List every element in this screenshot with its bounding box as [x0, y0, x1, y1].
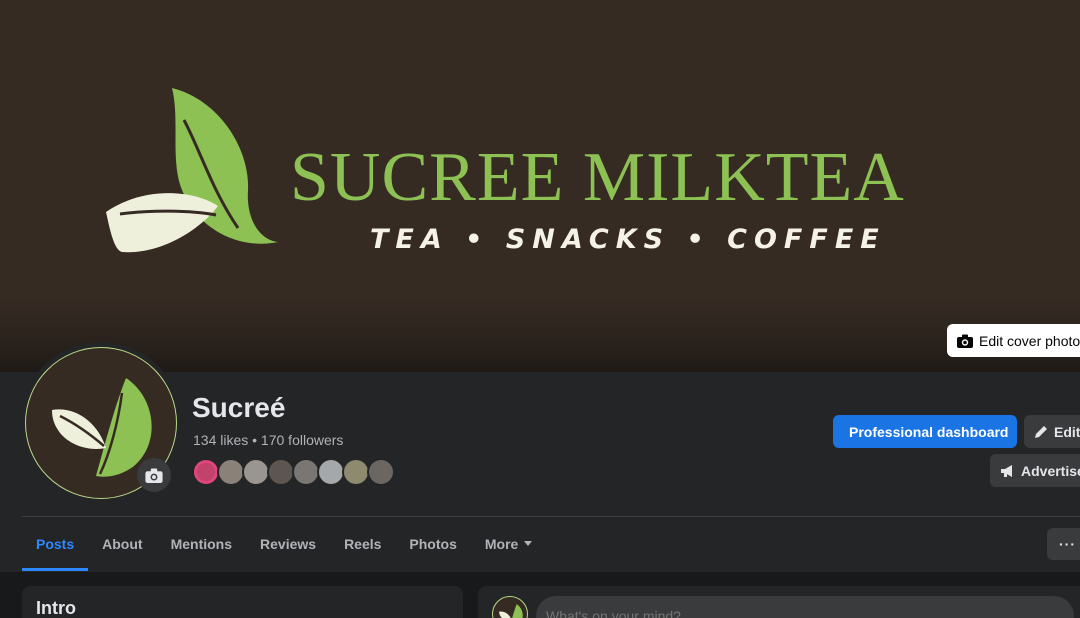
- follower-avatar[interactable]: [217, 458, 245, 486]
- post-composer: [478, 586, 1080, 618]
- tab-label: More: [484, 536, 519, 552]
- follower-avatar[interactable]: [192, 458, 220, 486]
- page-title: Sucreé: [192, 392, 286, 423]
- tab-label: Posts: [36, 536, 75, 552]
- tab-more[interactable]: More: [471, 517, 546, 571]
- tab-label: Reels: [344, 536, 382, 552]
- more-options-button[interactable]: ···: [1047, 528, 1080, 560]
- camera-icon: [957, 334, 973, 348]
- leaf-logo-icon: [499, 604, 523, 618]
- caret-down-icon: [524, 541, 533, 546]
- edit-cover-photo-button[interactable]: Edit cover photo: [947, 324, 1080, 357]
- tab-photos[interactable]: Photos: [395, 517, 470, 571]
- tab-reviews[interactable]: Reviews: [246, 517, 330, 571]
- tab-label: About: [102, 536, 143, 552]
- follower-avatar[interactable]: [292, 458, 320, 486]
- tab-reels[interactable]: Reels: [330, 517, 395, 571]
- cover-tagline: TEA • SNACKS • COFFEE: [370, 224, 886, 255]
- edit-button[interactable]: Edit: [1024, 415, 1080, 448]
- follower-avatar[interactable]: [367, 458, 395, 486]
- intro-title: Intro: [36, 598, 76, 618]
- tab-about[interactable]: About: [88, 517, 156, 571]
- follower-avatar[interactable]: [267, 458, 295, 486]
- edit-cover-photo-label: Edit cover photo: [979, 332, 1080, 349]
- cover-photo: SUCREE MILKTEA TEA • SNACKS • COFFEE: [0, 0, 1080, 372]
- page-tabs: Posts About Mentions Reviews Reels Photo…: [22, 517, 546, 571]
- follower-avatar[interactable]: [317, 458, 345, 486]
- professional-dashboard-label: Professional dashboard: [849, 423, 1009, 440]
- professional-dashboard-button[interactable]: Professional dashboard: [833, 415, 1017, 448]
- tab-label: Reviews: [260, 536, 317, 552]
- edit-label: Edit: [1054, 423, 1080, 440]
- tab-mentions[interactable]: Mentions: [157, 517, 246, 571]
- pencil-icon: [1035, 425, 1047, 438]
- follower-avatar[interactable]: [342, 458, 370, 486]
- tab-label: Mentions: [170, 536, 233, 552]
- camera-icon: [145, 468, 163, 483]
- cover-brand-title: SUCREE MILKTEA: [290, 139, 905, 216]
- avatar[interactable]: [492, 596, 528, 618]
- leaf-logo-icon: [106, 88, 278, 253]
- follower-avatars[interactable]: [192, 458, 395, 488]
- post-composer-input[interactable]: [536, 596, 1074, 618]
- intro-card: Intro: [22, 586, 463, 618]
- follower-avatar[interactable]: [242, 458, 270, 486]
- update-avatar-button[interactable]: [137, 458, 171, 492]
- page-stats[interactable]: 134 likes • 170 followers: [193, 432, 343, 448]
- megaphone-icon: [1001, 464, 1012, 477]
- tab-posts[interactable]: Posts: [22, 517, 89, 571]
- advertise-button[interactable]: Advertise: [990, 454, 1080, 487]
- advertise-label: Advertise: [1021, 462, 1080, 479]
- tab-label: Photos: [409, 536, 457, 552]
